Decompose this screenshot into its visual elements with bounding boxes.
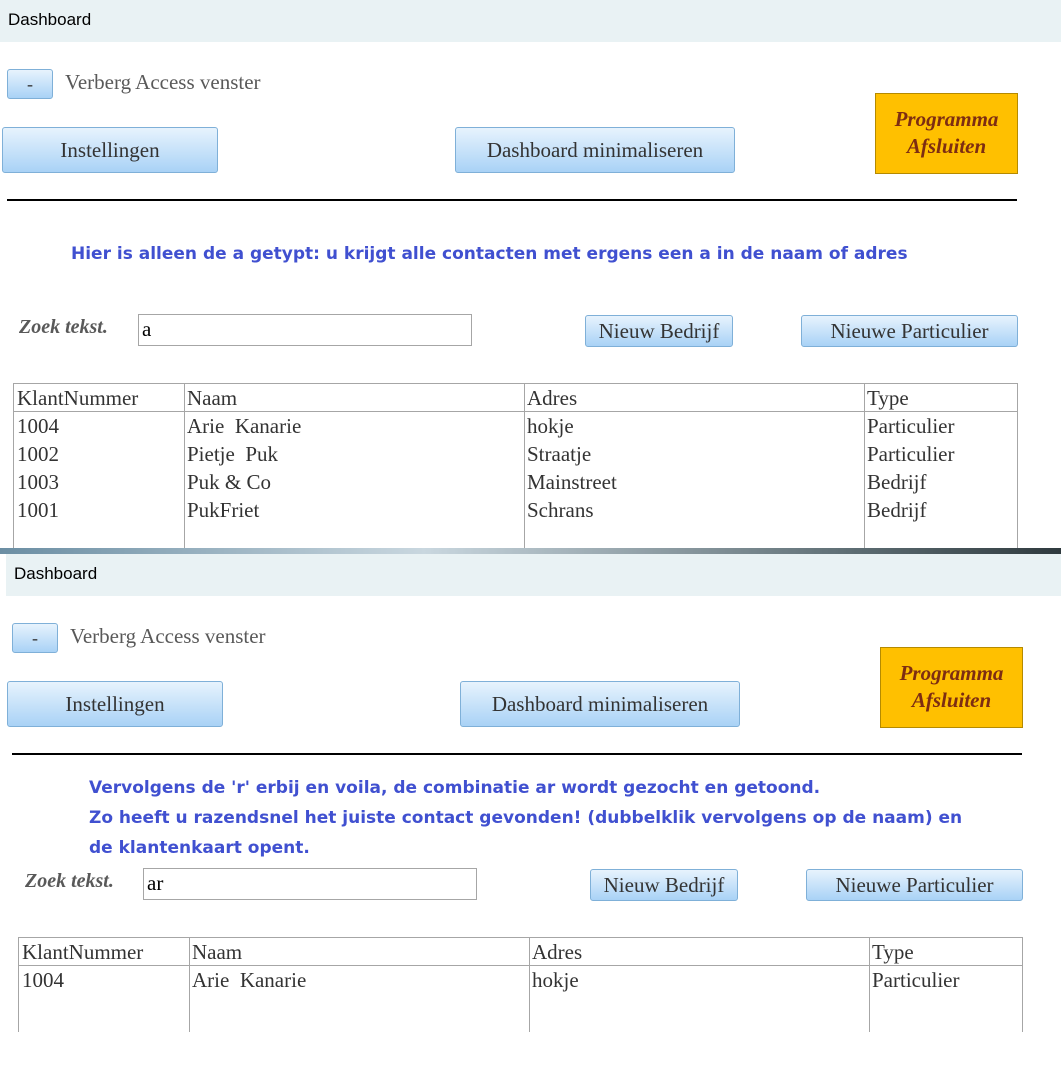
exit-program-label-2: Afsluiten — [911, 688, 992, 712]
cell-klantnummer[interactable]: 1002 — [17, 442, 59, 467]
search-input[interactable]: a — [138, 314, 472, 346]
hide-access-label: Verberg Access venster — [70, 624, 266, 648]
cell-type[interactable]: Particulier — [872, 968, 959, 993]
header-naam[interactable]: Naam — [187, 386, 237, 411]
column-divider — [184, 384, 185, 549]
cell-naam[interactable]: Arie Kanarie — [192, 968, 306, 993]
header-naam[interactable]: Naam — [192, 940, 242, 965]
annotation-text: Hier is alleen de a getypt: u krijgt all… — [71, 239, 908, 269]
annotation-line: Hier is alleen de a getypt: u krijgt all… — [71, 244, 908, 264]
header-adres[interactable]: Adres — [527, 386, 577, 411]
new-private-button[interactable]: Nieuwe Particulier — [806, 869, 1023, 901]
cell-type[interactable]: Bedrijf — [867, 470, 926, 495]
exit-program-label-2: Afsluiten — [906, 134, 987, 158]
header-adres[interactable]: Adres — [532, 940, 582, 965]
cell-type[interactable]: Particulier — [867, 442, 954, 467]
cell-klantnummer[interactable]: 1003 — [17, 470, 59, 495]
cell-naam[interactable]: Puk & Co — [187, 470, 271, 495]
column-divider — [869, 938, 870, 1032]
cell-klantnummer[interactable]: 1004 — [22, 968, 64, 993]
column-divider — [864, 384, 865, 549]
window-titlebar: Dashboard — [6, 554, 1061, 596]
annotation-line: Zo heeft u razendsnel het juiste contact… — [89, 808, 963, 828]
cell-type[interactable]: Particulier — [867, 414, 954, 439]
hide-access-button[interactable]: - — [12, 623, 58, 653]
window-titlebar: Dashboard — [0, 0, 1061, 42]
minimize-dashboard-button[interactable]: Dashboard minimaliseren — [455, 127, 735, 173]
search-label: Zoek tekst. — [19, 316, 108, 338]
new-company-button[interactable]: Nieuw Bedrijf — [585, 315, 733, 347]
header-separator — [14, 411, 1017, 412]
divider-line — [12, 753, 1022, 755]
column-divider — [189, 938, 190, 1032]
cell-adres[interactable]: hokje — [532, 968, 579, 993]
window-title: Dashboard — [14, 564, 98, 583]
header-type[interactable]: Type — [872, 940, 914, 965]
contacts-table: KlantNummer Naam Adres Type 1004 Arie Ka… — [13, 383, 1018, 549]
new-private-button[interactable]: Nieuwe Particulier — [801, 315, 1018, 347]
annotation-line: de klantenkaart opent. — [89, 838, 310, 858]
cell-klantnummer[interactable]: 1001 — [17, 498, 59, 523]
exit-program-button[interactable]: Programma Afsluiten — [880, 647, 1023, 728]
exit-program-label-1: Programma — [894, 107, 999, 131]
dashboard-window-2: Dashboard - Verberg Access venster Inste… — [6, 554, 1061, 1069]
column-divider — [524, 384, 525, 549]
minimize-dashboard-button[interactable]: Dashboard minimaliseren — [460, 681, 740, 727]
search-label: Zoek tekst. — [25, 870, 114, 892]
hide-access-button[interactable]: - — [7, 69, 53, 99]
exit-program-button[interactable]: Programma Afsluiten — [875, 93, 1018, 174]
cell-klantnummer[interactable]: 1004 — [17, 414, 59, 439]
search-input[interactable]: ar — [143, 868, 477, 900]
contacts-table: KlantNummer Naam Adres Type 1004 Arie Ka… — [18, 937, 1023, 1032]
exit-program-label-1: Programma — [899, 661, 1004, 685]
dashboard-window-1: Dashboard - Verberg Access venster Inste… — [0, 0, 1061, 549]
cell-naam[interactable]: Pietje Puk — [187, 442, 278, 467]
settings-button[interactable]: Instellingen — [2, 127, 218, 173]
settings-button[interactable]: Instellingen — [7, 681, 223, 727]
cell-naam[interactable]: Arie Kanarie — [187, 414, 301, 439]
header-type[interactable]: Type — [867, 386, 909, 411]
annotation-text: Vervolgens de 'r' erbij en voila, de com… — [89, 773, 962, 863]
hide-access-label: Verberg Access venster — [65, 70, 261, 94]
header-separator — [19, 965, 1022, 966]
column-divider — [529, 938, 530, 1032]
cell-type[interactable]: Bedrijf — [867, 498, 926, 523]
annotation-line: Vervolgens de 'r' erbij en voila, de com… — [89, 778, 821, 798]
cell-naam[interactable]: PukFriet — [187, 498, 259, 523]
divider-line — [7, 199, 1017, 201]
cell-adres[interactable]: hokje — [527, 414, 574, 439]
header-klantnummer[interactable]: KlantNummer — [17, 386, 138, 411]
cell-adres[interactable]: Mainstreet — [527, 470, 617, 495]
new-company-button[interactable]: Nieuw Bedrijf — [590, 869, 738, 901]
window-title: Dashboard — [8, 10, 92, 29]
cell-adres[interactable]: Straatje — [527, 442, 591, 467]
cell-adres[interactable]: Schrans — [527, 498, 594, 523]
header-klantnummer[interactable]: KlantNummer — [22, 940, 143, 965]
